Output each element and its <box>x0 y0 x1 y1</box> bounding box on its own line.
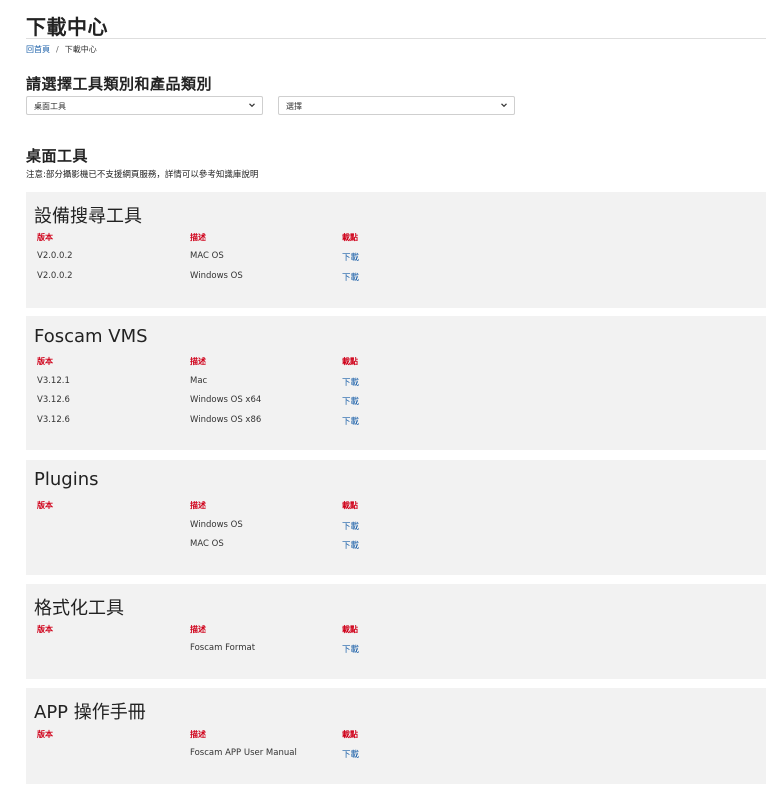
download-link[interactable]: 下載 <box>342 376 359 388</box>
row-description: MAC OS <box>190 539 224 549</box>
download-link[interactable]: 下載 <box>342 520 359 532</box>
product-panel: 設備搜尋工具 版本 描述 載點 V2.0.0.2 MAC OS 下載 V2.0.… <box>26 192 766 308</box>
product-panel: Foscam VMS 版本 描述 載點 V3.12.1 Mac 下載 V3.12… <box>26 316 766 450</box>
download-link[interactable]: 下載 <box>342 415 359 427</box>
column-header-description: 描述 <box>190 730 206 739</box>
column-header-version: 版本 <box>37 625 53 634</box>
filter-heading: 請選擇工具類別和產品類別 <box>26 75 213 93</box>
column-header-version: 版本 <box>37 730 53 739</box>
row-description: Foscam APP User Manual <box>190 748 297 758</box>
row-description: MAC OS <box>190 251 224 261</box>
row-description: Windows OS x64 <box>190 395 262 405</box>
product-panel: APP 操作手冊 版本 描述 載點 Foscam APP User Manual… <box>26 688 766 784</box>
download-link[interactable]: 下載 <box>342 251 359 263</box>
column-header-version: 版本 <box>37 501 53 510</box>
row-version: V2.0.0.2 <box>37 251 73 261</box>
product-title: Foscam VMS <box>34 326 148 347</box>
page-title: 下載中心 <box>26 15 108 39</box>
product-title: 格式化工具 <box>34 598 124 619</box>
download-link[interactable]: 下載 <box>342 395 359 407</box>
column-header-download: 載點 <box>342 730 358 739</box>
breadcrumb-current: 下載中心 <box>64 45 97 54</box>
category-title: 桌面工具 <box>26 147 89 165</box>
row-version: V2.0.0.2 <box>37 271 73 281</box>
category-note: 注意:部分攝影機已不支援網頁服務，詳情可以參考知識庫說明 <box>26 170 259 180</box>
column-header-version: 版本 <box>37 233 53 242</box>
row-version: V3.12.6 <box>37 415 70 425</box>
product-panel: Plugins 版本 描述 載點 Windows OS 下載 MAC OS 下載 <box>26 460 766 575</box>
row-description: Windows OS x86 <box>190 415 262 425</box>
breadcrumb: 回首頁 / 下載中心 <box>26 44 97 55</box>
download-link[interactable]: 下載 <box>342 271 359 283</box>
row-description: Windows OS <box>190 520 243 530</box>
product-select-value: 選擇 <box>286 102 302 111</box>
column-header-download: 載點 <box>342 625 358 634</box>
download-link[interactable]: 下載 <box>342 643 359 655</box>
column-header-version: 版本 <box>37 357 53 366</box>
download-link[interactable]: 下載 <box>342 748 359 760</box>
column-header-description: 描述 <box>190 501 206 510</box>
chevron-down-icon <box>501 103 507 108</box>
download-link[interactable]: 下載 <box>342 539 359 551</box>
row-version: V3.12.6 <box>37 395 70 405</box>
breadcrumb-separator: / <box>56 45 59 54</box>
column-header-description: 描述 <box>190 233 206 242</box>
breadcrumb-home-link[interactable]: 回首頁 <box>26 45 50 54</box>
column-header-download: 載點 <box>342 357 358 366</box>
column-header-description: 描述 <box>190 357 206 366</box>
chevron-down-icon <box>249 103 255 108</box>
row-description: Foscam Format <box>190 643 256 653</box>
product-select[interactable]: 選擇 <box>278 96 515 115</box>
category-select-value: 桌面工具 <box>34 102 66 111</box>
row-description: Mac <box>190 376 208 386</box>
column-header-download: 載點 <box>342 233 358 242</box>
row-version: V3.12.1 <box>37 376 70 386</box>
title-divider <box>26 38 766 39</box>
column-header-download: 載點 <box>342 501 358 510</box>
category-select[interactable]: 桌面工具 <box>26 96 263 115</box>
product-title: APP 操作手冊 <box>34 702 146 723</box>
product-title: 設備搜尋工具 <box>34 206 142 227</box>
column-header-description: 描述 <box>190 625 206 634</box>
row-description: Windows OS <box>190 271 243 281</box>
product-panel: 格式化工具 版本 描述 載點 Foscam Format 下載 <box>26 584 766 679</box>
product-title: Plugins <box>34 469 99 490</box>
